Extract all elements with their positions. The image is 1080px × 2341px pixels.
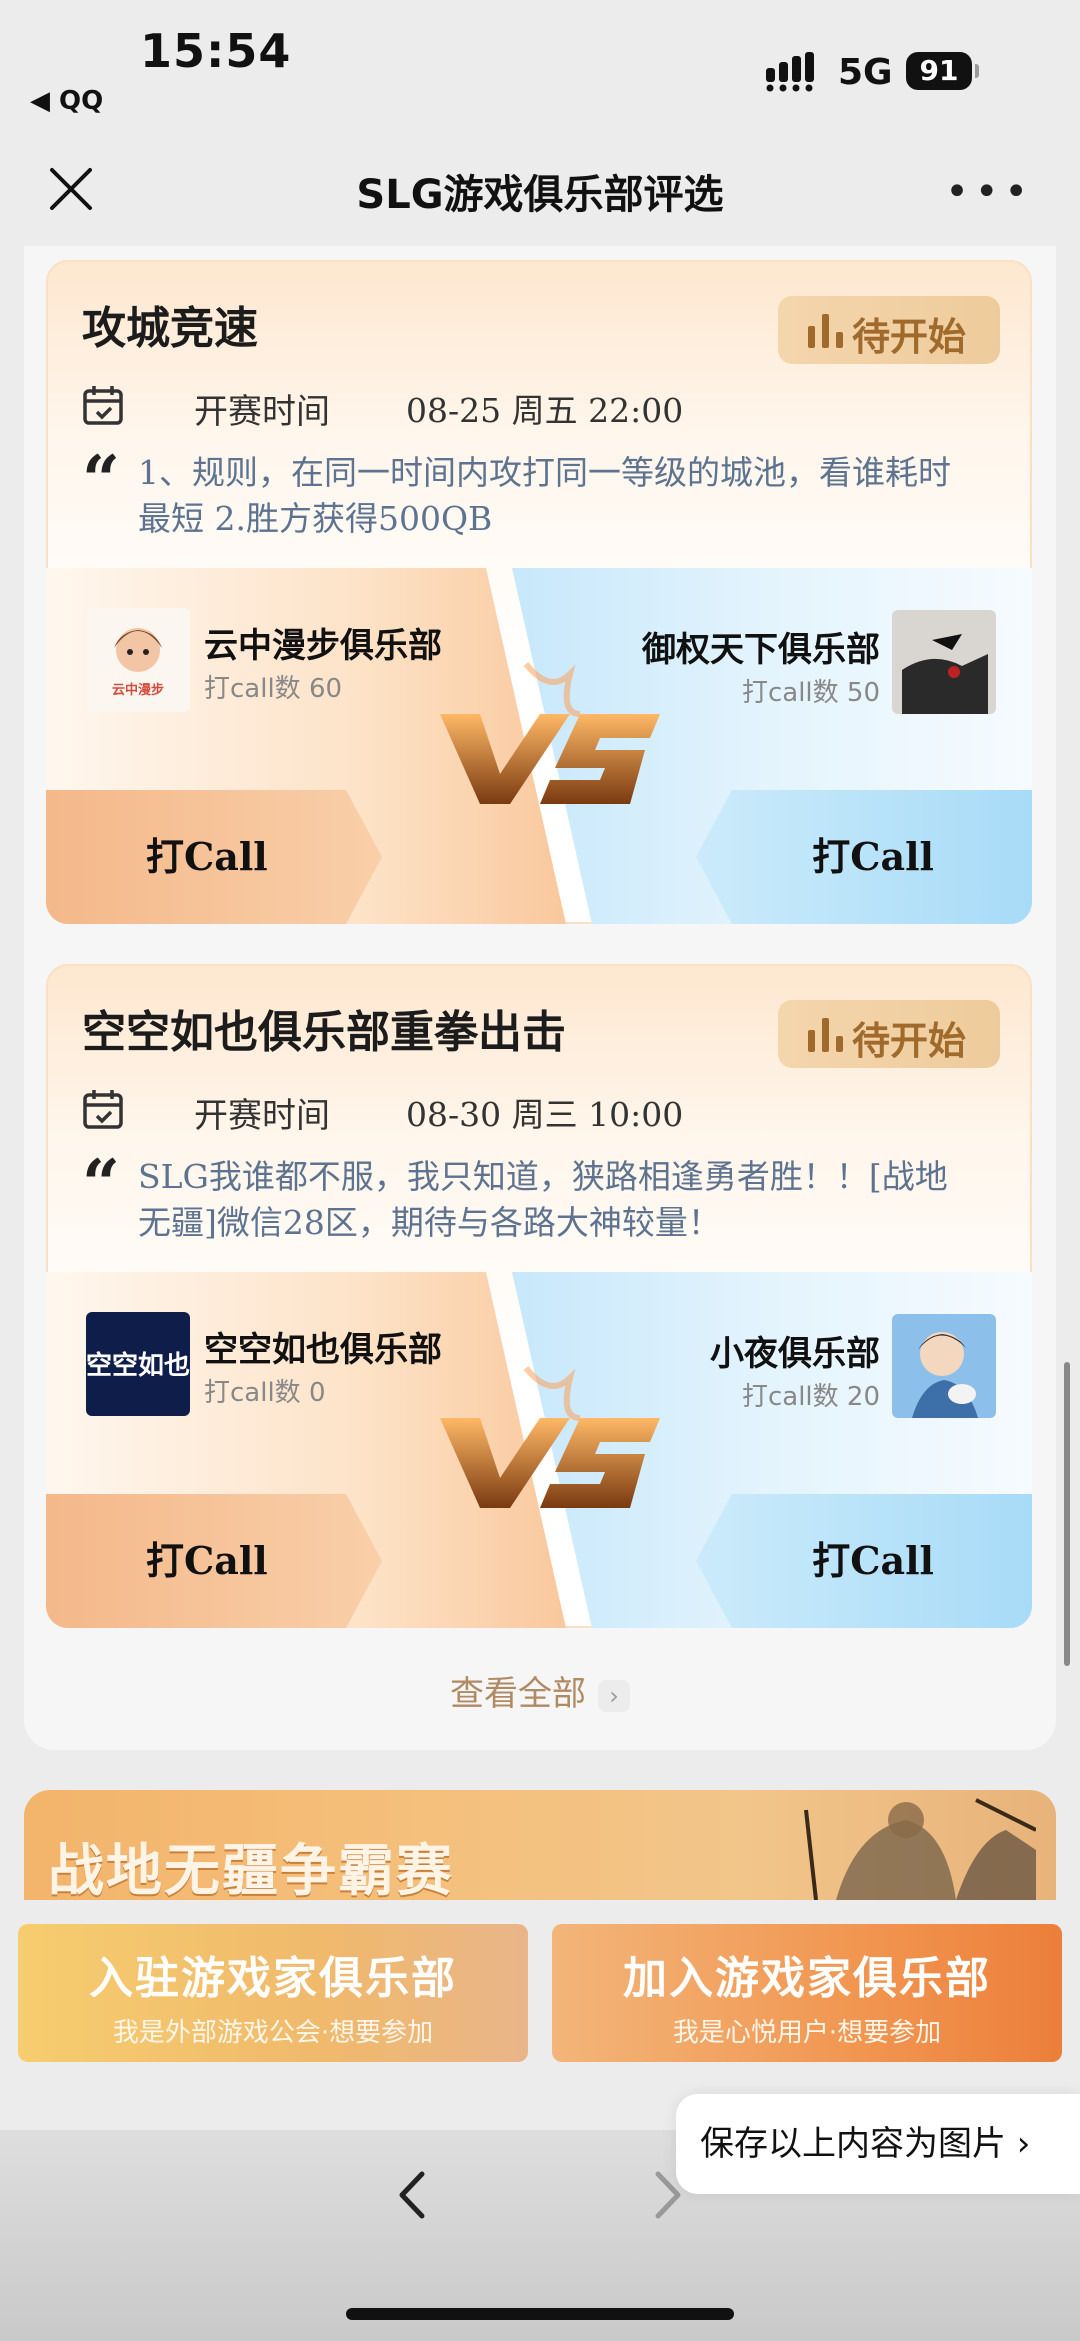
club-name-left: 空空如也俱乐部 <box>204 1330 442 1370</box>
back-arrow-icon[interactable] <box>392 2160 432 2230</box>
signal-icon <box>766 52 814 92</box>
quote-icon: “ <box>82 441 120 519</box>
start-time-label: 开赛时间 <box>194 1096 330 1136</box>
scrollbar[interactable] <box>1064 1362 1070 1666</box>
status-badge: 待开始 <box>778 1000 1000 1068</box>
call-button-right-label: 打Call <box>812 834 934 879</box>
register-club-title: 入驻游戏家俱乐部 <box>89 1953 457 2004</box>
status-label: 待开始 <box>852 315 967 359</box>
call-button-right[interactable]: 打Call <box>696 790 1032 924</box>
quote-icon: “ <box>82 1145 120 1223</box>
page-title: SLG游戏俱乐部评选 <box>356 172 724 218</box>
call-button-right-label: 打Call <box>812 1538 934 1583</box>
club-name-right: 小夜俱乐部 <box>710 1334 880 1374</box>
start-time-value: 08-30 周三 10:00 <box>406 1095 684 1134</box>
status-label: 待开始 <box>852 1019 967 1063</box>
call-button-left-label: 打Call <box>146 834 268 879</box>
vs-emblem-icon <box>440 1366 660 1508</box>
svg-text:云中漫步: 云中漫步 <box>112 682 164 698</box>
start-time-value: 08-25 周五 22:00 <box>406 391 684 430</box>
call-count-right: 打call数 20 <box>741 1382 880 1412</box>
network-type: 5G <box>838 52 893 93</box>
bar-chart-icon <box>808 1018 843 1052</box>
svg-text:空空如也: 空空如也 <box>86 1350 190 1381</box>
vs-section: 云中漫步 云中漫步俱乐部 打call数 60 御权天下俱乐部 打call数 50 <box>46 568 1032 924</box>
club-name-left: 云中漫步俱乐部 <box>204 626 442 666</box>
call-button-left[interactable]: 打Call <box>46 790 382 924</box>
calendar-icon <box>83 386 123 425</box>
status-badge: 待开始 <box>778 296 1000 364</box>
match-description: SLG我谁都不服，我只知道，狭路相逢勇者胜！！[战地无疆]微信28区，期待与各路… <box>138 1157 948 1242</box>
call-count-left: 打call数 0 <box>204 1378 326 1408</box>
event-banner[interactable]: 战地无疆争霸赛 <box>24 1790 1056 1900</box>
start-time-label: 开赛时间 <box>194 392 330 432</box>
club-logo-right[interactable] <box>892 1314 996 1418</box>
status-bar: 15:54 ◀ QQ 5G 91 <box>0 0 1080 140</box>
vs-section: 空空如也 空空如也俱乐部 打call数 0 小夜俱乐部 打call数 20 打C… <box>46 1272 1032 1628</box>
home-indicator[interactable] <box>346 2308 734 2320</box>
view-all-link[interactable]: 查看全部 › <box>24 1666 1056 1715</box>
match-list-panel: 攻城竞速 待开始 开赛时间 08-25 周五 22:00 “ 1、规则，在同一时… <box>24 246 1056 1750</box>
chevron-right-icon: › <box>598 1679 630 1712</box>
call-button-right[interactable]: 打Call <box>696 1494 1032 1628</box>
status-time: 15:54 <box>140 24 292 78</box>
vs-emblem-icon <box>440 662 660 804</box>
join-club-title: 加入游戏家俱乐部 <box>623 1953 991 2004</box>
club-name-right: 御权天下俱乐部 <box>642 630 880 670</box>
bar-chart-icon <box>808 314 843 348</box>
match-title: 空空如也俱乐部重拳出击 <box>82 1007 566 1058</box>
view-all-label: 查看全部 <box>450 1674 586 1714</box>
more-icon[interactable]: ••• <box>945 172 1034 212</box>
call-button-left[interactable]: 打Call <box>46 1494 382 1628</box>
call-button-left-label: 打Call <box>146 1538 268 1583</box>
join-club-button[interactable]: 加入游戏家俱乐部 我是心悦用户·想要参加 <box>552 1924 1062 2062</box>
register-club-button[interactable]: 入驻游戏家俱乐部 我是外部游戏公会·想要参加 <box>18 1924 528 2062</box>
match-card: 空空如也俱乐部重拳出击 待开始 开赛时间 08-30 周三 10:00 “ SL… <box>46 964 1032 1628</box>
save-as-image-button[interactable]: 保存以上内容为图片 › <box>676 2094 1080 2194</box>
match-title: 攻城竞速 <box>82 303 258 354</box>
nav-bar: SLG游戏俱乐部评选 ••• <box>0 140 1080 246</box>
banner-title: 战地无疆争霸赛 <box>48 1839 454 1900</box>
back-to-qq-link[interactable]: ◀ QQ <box>30 86 103 116</box>
battery-icon: 91 <box>906 52 979 90</box>
club-logo-right[interactable] <box>892 610 996 714</box>
call-count-left: 打call数 60 <box>204 674 343 704</box>
calendar-icon <box>83 1090 123 1129</box>
call-count-right: 打call数 50 <box>741 678 880 708</box>
match-card: 攻城竞速 待开始 开赛时间 08-25 周五 22:00 “ 1、规则，在同一时… <box>46 260 1032 924</box>
club-logo-left[interactable]: 云中漫步 <box>86 608 190 712</box>
club-logo-left[interactable]: 空空如也 <box>86 1312 190 1416</box>
register-club-subtitle: 我是外部游戏公会·想要参加 <box>112 2018 434 2048</box>
warrior-illustration-icon <box>804 1798 1036 1900</box>
match-description: 1、规则，在同一时间内攻打同一等级的城池，看谁耗时最短 2.胜方获得500QB <box>138 453 951 538</box>
join-club-subtitle: 我是心悦用户·想要参加 <box>672 2018 942 2048</box>
